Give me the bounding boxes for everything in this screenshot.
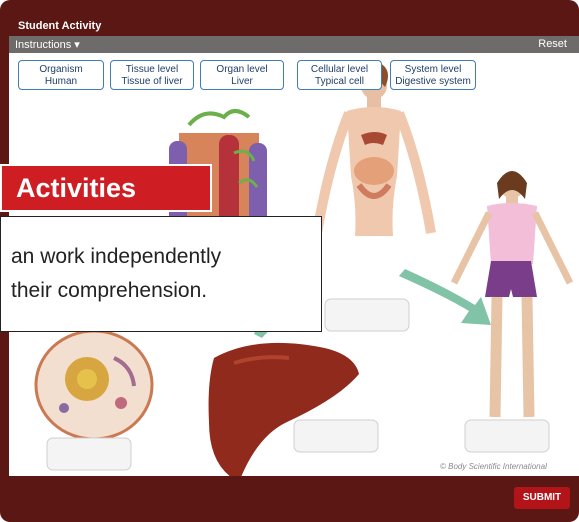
callout-box: an work independently their comprehensio… [0, 216, 322, 332]
chip-title: Cellular level [310, 64, 369, 75]
chip-title: Tissue level [125, 64, 179, 75]
liver-illustration [208, 342, 359, 482]
reset-button[interactable]: Reset [538, 38, 567, 50]
chip-organism[interactable]: Organism Human [18, 60, 104, 90]
chip-title: Organism [39, 64, 83, 75]
submit-button[interactable]: SUBMIT [514, 487, 570, 509]
drop-zone-organism[interactable] [464, 419, 550, 453]
callout-line-2: their comprehension. [11, 279, 208, 302]
chip-organ-level[interactable]: Organ level Liver [200, 60, 284, 90]
activities-banner: Activities [0, 164, 212, 212]
image-credit: © Body Scientific International [440, 462, 547, 471]
chip-cellular-level[interactable]: Cellular level Typical cell [297, 60, 382, 90]
drop-zone-organ[interactable] [293, 419, 379, 453]
chip-sub: Liver [231, 76, 253, 87]
chip-tissue-level[interactable]: Tissue level Tissue of liver [110, 60, 194, 90]
chip-title: System level [404, 64, 462, 75]
typical-cell-illustration [34, 329, 154, 441]
window-title: Student Activity [18, 20, 102, 32]
footer-bar [0, 476, 579, 522]
drop-zone-system[interactable] [324, 298, 410, 332]
chip-sub: Digestive system [395, 76, 471, 87]
chip-title: Organ level [216, 64, 268, 75]
chip-sub: Typical cell [315, 76, 364, 87]
callout-line-1: an work independently [11, 245, 222, 268]
instructions-dropdown[interactable]: Instructions ▾ [15, 38, 80, 51]
chip-system-level[interactable]: System level Digestive system [390, 60, 476, 90]
chip-sub: Human [44, 76, 78, 87]
drop-zone-cell[interactable] [46, 437, 132, 471]
toolbar: Instructions ▾ Reset [9, 36, 579, 53]
arrow-to-organism-icon [399, 269, 491, 325]
human-organism-figure [450, 171, 574, 418]
chip-sub: Tissue of liver [121, 76, 183, 87]
